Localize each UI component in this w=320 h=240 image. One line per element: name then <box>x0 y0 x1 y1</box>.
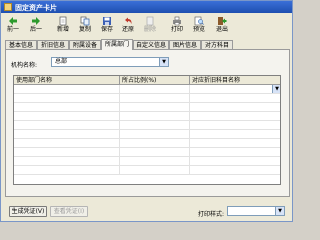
col-depreciation-account[interactable]: 对应折旧科目名称 <box>190 76 280 85</box>
table-row[interactable] <box>14 94 280 103</box>
title-bar[interactable]: 固定资产卡片 <box>1 1 292 13</box>
table-cell[interactable] <box>190 166 280 175</box>
col-ratio[interactable]: 所占比例(%) <box>120 76 190 85</box>
grid-header: 使用部门名称 所占比例(%) 对应折旧科目名称 <box>14 76 280 85</box>
print-label: 打印 <box>170 26 183 33</box>
table-cell[interactable] <box>120 166 190 175</box>
org-name-select[interactable]: 总部 ▼ <box>51 57 169 67</box>
exit-icon <box>218 17 227 25</box>
table-row[interactable] <box>14 166 280 175</box>
table-cell[interactable] <box>14 139 120 148</box>
table-cell[interactable]: ▼ <box>190 85 280 94</box>
table-cell[interactable] <box>120 85 190 94</box>
asset-card-window: 固定资产卡片 前一 后一 新增 复制 保存 还原 删除 打印 预览 退出 基本信… <box>0 0 293 222</box>
table-cell[interactable] <box>190 121 280 130</box>
col-department-name[interactable]: 使用部门名称 <box>14 76 120 85</box>
tab-attached-equipment[interactable]: 附属设备 <box>69 40 101 49</box>
preview-icon <box>194 16 204 26</box>
table-cell[interactable] <box>190 148 280 157</box>
app-icon <box>4 3 12 11</box>
table-cell[interactable] <box>120 157 190 166</box>
delete-icon <box>146 16 154 26</box>
table-row[interactable] <box>14 103 280 112</box>
chevron-down-icon[interactable]: ▼ <box>275 207 284 215</box>
tab-department[interactable]: 所属部门 <box>101 39 133 50</box>
org-name-value: 总部 <box>55 58 68 65</box>
exit-label: 退出 <box>215 26 228 33</box>
prev-button[interactable]: 前一 <box>3 15 23 37</box>
print-button[interactable]: 打印 <box>167 15 187 37</box>
table-cell[interactable] <box>190 157 280 166</box>
table-cell[interactable] <box>14 130 120 139</box>
preview-label: 预览 <box>192 26 205 33</box>
preview-button[interactable]: 预览 <box>189 15 209 37</box>
table-cell[interactable] <box>14 85 120 94</box>
tab-counter-account[interactable]: 对方科目 <box>201 40 233 49</box>
table-cell[interactable] <box>14 148 120 157</box>
table-row[interactable] <box>14 130 280 139</box>
copy-button[interactable]: 复制 <box>75 15 95 37</box>
print-style-label: 打印样式: <box>198 211 225 218</box>
table-cell[interactable] <box>190 103 280 112</box>
toolbar: 前一 后一 新增 复制 保存 还原 删除 打印 预览 退出 <box>3 15 290 37</box>
tab-picture-info[interactable]: 图片信息 <box>169 40 201 49</box>
table-cell[interactable] <box>120 139 190 148</box>
table-cell[interactable] <box>120 121 190 130</box>
chevron-down-icon[interactable]: ▼ <box>272 85 280 93</box>
table-cell[interactable] <box>14 121 120 130</box>
table-row[interactable] <box>14 112 280 121</box>
chevron-down-icon[interactable]: ▼ <box>159 58 168 66</box>
save-button[interactable]: 保存 <box>97 15 117 37</box>
copy-icon <box>80 16 90 26</box>
table-cell[interactable] <box>120 148 190 157</box>
exit-button[interactable]: 退出 <box>212 15 232 37</box>
department-grid: 使用部门名称 所占比例(%) 对应折旧科目名称 ▼ <box>13 75 281 185</box>
next-label: 后一 <box>29 26 42 33</box>
table-row[interactable] <box>14 157 280 166</box>
arrow-right-icon <box>32 17 40 25</box>
table-cell[interactable] <box>120 130 190 139</box>
table-cell[interactable] <box>190 94 280 103</box>
next-button[interactable]: 后一 <box>26 15 46 37</box>
table-cell[interactable] <box>190 130 280 139</box>
view-voucher-button[interactable]: 查看凭证(I) <box>50 206 88 217</box>
org-name-label: 机构名称: <box>11 62 38 69</box>
generate-voucher-button[interactable]: 生成凭证(V) <box>9 206 47 217</box>
delete-label: 删除 <box>143 26 156 33</box>
new-document-icon <box>59 16 67 26</box>
arrow-left-icon <box>9 17 17 25</box>
print-style-select[interactable]: ▼ <box>227 206 285 216</box>
save-icon <box>103 17 111 25</box>
table-cell[interactable] <box>14 166 120 175</box>
prev-label: 前一 <box>6 26 19 33</box>
table-row[interactable] <box>14 148 280 157</box>
table-cell[interactable] <box>14 94 120 103</box>
table-row[interactable] <box>14 121 280 130</box>
undo-button[interactable]: 还原 <box>118 15 138 37</box>
print-icon <box>173 16 181 26</box>
save-label: 保存 <box>100 26 113 33</box>
table-cell[interactable] <box>190 139 280 148</box>
new-button[interactable]: 新增 <box>53 15 73 37</box>
table-row[interactable] <box>14 139 280 148</box>
copy-label: 复制 <box>78 26 91 33</box>
table-cell[interactable] <box>14 157 120 166</box>
tab-depreciation-info[interactable]: 折旧信息 <box>37 40 69 49</box>
new-label: 新增 <box>56 26 69 33</box>
window-title: 固定资产卡片 <box>15 4 57 12</box>
delete-button[interactable]: 删除 <box>140 15 160 37</box>
undo-icon <box>125 17 132 24</box>
undo-label: 还原 <box>121 26 134 33</box>
tab-basic-info[interactable]: 基本信息 <box>5 40 37 49</box>
table-cell[interactable] <box>14 103 120 112</box>
table-cell[interactable] <box>120 112 190 121</box>
table-cell[interactable] <box>190 112 280 121</box>
table-cell[interactable] <box>14 112 120 121</box>
tab-custom-info[interactable]: 自定义信息 <box>133 40 169 49</box>
table-cell[interactable] <box>120 103 190 112</box>
table-row[interactable]: ▼ <box>14 85 280 94</box>
table-cell[interactable] <box>120 94 190 103</box>
